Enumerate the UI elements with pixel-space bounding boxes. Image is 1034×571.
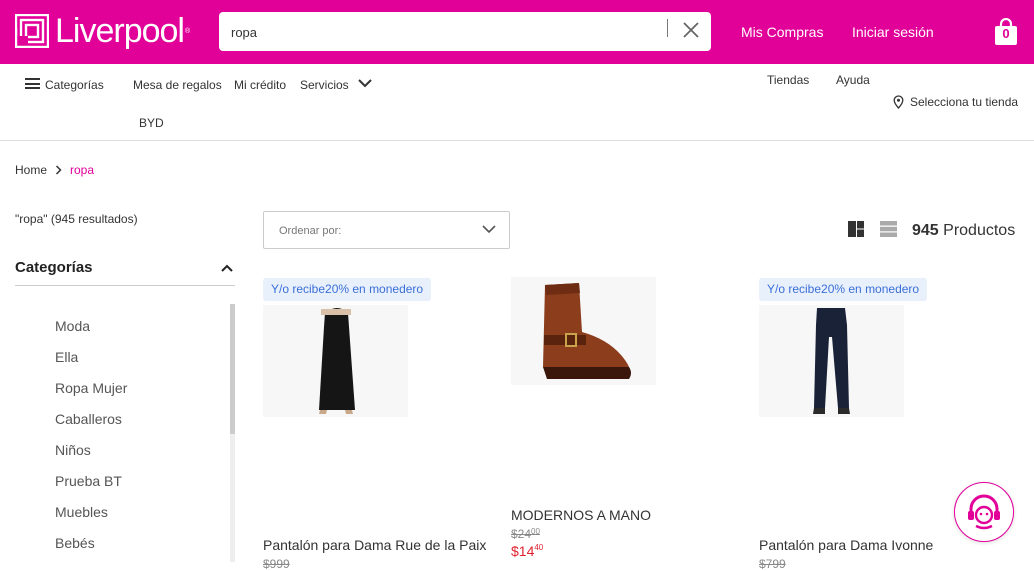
- chevron-down-icon: [482, 225, 496, 234]
- category-item[interactable]: Ropa Mujer: [55, 380, 127, 411]
- logo-mark-icon: [15, 14, 49, 48]
- sign-in-link[interactable]: Iniciar sesión: [852, 24, 934, 40]
- select-store-link[interactable]: Selecciona tu tienda: [910, 95, 1018, 109]
- product-count-label: Productos: [943, 222, 1016, 239]
- old-price-integer: $24: [511, 527, 532, 541]
- categories-filter-header[interactable]: Categorías: [15, 259, 235, 286]
- product-count: 945 Productos: [912, 222, 1015, 240]
- nav-stores[interactable]: Tiendas: [767, 73, 809, 87]
- product-old-price: $799: [759, 557, 786, 571]
- list-view-icon[interactable]: [880, 221, 897, 237]
- breadcrumb-home[interactable]: Home: [15, 163, 47, 177]
- category-item[interactable]: Caballeros: [55, 411, 127, 442]
- nav-categories[interactable]: Categorías: [45, 78, 104, 92]
- product-name[interactable]: Pantalón para Dama Rue de la Paix: [263, 537, 486, 553]
- product-count-number: 945: [912, 222, 939, 239]
- categories-filter-title: Categorías: [15, 259, 93, 276]
- search-divider: [667, 19, 668, 37]
- category-item[interactable]: Muebles: [55, 504, 127, 535]
- logo-registered-mark: ®: [184, 27, 191, 35]
- breadcrumb: Home ropa: [15, 163, 94, 177]
- nav-byd[interactable]: BYD: [139, 116, 164, 130]
- category-item[interactable]: Niños: [55, 442, 127, 473]
- category-item[interactable]: Ella: [55, 349, 127, 380]
- logo-text: Liverpool: [55, 11, 185, 50]
- nav-my-credit[interactable]: Mi crédito: [234, 78, 286, 92]
- sort-label: Ordenar por:: [279, 225, 342, 237]
- product-name[interactable]: Pantalón para Dama Ivonne: [759, 537, 933, 553]
- nav-services[interactable]: Servicios: [300, 78, 349, 92]
- location-pin-icon: [893, 95, 904, 109]
- search-box: [219, 12, 711, 51]
- nav-gift-registry[interactable]: Mesa de regalos: [133, 78, 222, 92]
- my-purchases-link[interactable]: Mis Compras: [741, 24, 823, 40]
- chevron-right-icon: [55, 165, 62, 175]
- price-integer: $14: [511, 543, 535, 559]
- sort-dropdown[interactable]: Ordenar por:: [263, 211, 510, 249]
- liverpool-logo[interactable]: Liverpool ®: [15, 11, 191, 50]
- monedero-badge: Y/o recibe20% en monedero: [263, 278, 432, 301]
- product-name[interactable]: MODERNOS A MANO: [511, 507, 651, 523]
- category-list: Moda Ella Ropa Mujer Caballeros Niños Pr…: [55, 318, 127, 566]
- category-item[interactable]: Prueba BT: [55, 473, 127, 504]
- headset-agent-icon: [968, 494, 1000, 530]
- monedero-badge: Y/o recibe20% en monedero: [759, 278, 928, 301]
- menu-icon[interactable]: [25, 78, 40, 89]
- category-scrollbar-thumb[interactable]: [230, 304, 235, 434]
- product-image[interactable]: [263, 305, 408, 417]
- product-old-price: $999: [263, 557, 290, 571]
- grid-view-icon[interactable]: [848, 221, 864, 237]
- chevron-down-icon[interactable]: [358, 78, 372, 88]
- product-image[interactable]: [511, 277, 656, 385]
- category-item[interactable]: Bebés: [55, 535, 127, 566]
- price-cents: 40: [534, 543, 544, 552]
- nav-help[interactable]: Ayuda: [836, 73, 870, 87]
- results-summary: "ropa" (945 resultados): [15, 212, 138, 226]
- support-chat-button[interactable]: [954, 482, 1014, 542]
- search-input[interactable]: [231, 20, 661, 44]
- breadcrumb-current[interactable]: ropa: [70, 163, 94, 177]
- chevron-up-icon[interactable]: [221, 262, 233, 274]
- old-price-cents: 00: [531, 527, 540, 536]
- shopping-bag-button[interactable]: 0: [993, 18, 1019, 46]
- product-old-price: $2400: [511, 527, 540, 541]
- clear-search-icon[interactable]: [681, 20, 701, 40]
- product-price: $1440: [511, 543, 543, 559]
- product-image[interactable]: [759, 305, 904, 417]
- cart-count: 0: [1002, 26, 1010, 41]
- category-item[interactable]: Moda: [55, 318, 127, 349]
